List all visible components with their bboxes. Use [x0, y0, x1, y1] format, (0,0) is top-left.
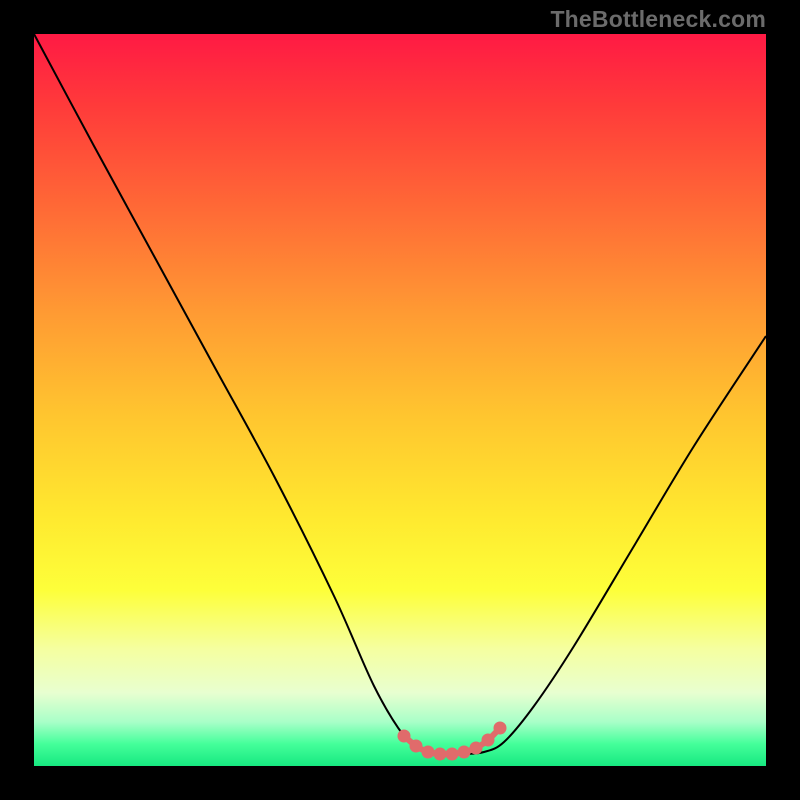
highlight-dot — [458, 746, 471, 759]
highlight-dot — [398, 730, 411, 743]
watermark-text: TheBottleneck.com — [550, 6, 766, 33]
highlight-dot — [470, 742, 483, 755]
highlight-dot — [422, 746, 435, 759]
highlight-dot — [482, 734, 495, 747]
bottleneck-chart-svg — [34, 34, 766, 766]
chart-area — [34, 34, 766, 766]
curve-path — [34, 34, 766, 754]
highlight-dot — [446, 748, 459, 761]
highlight-dot — [434, 748, 447, 761]
highlight-dots — [398, 722, 507, 761]
bottleneck-curve — [34, 34, 766, 754]
highlight-dot — [410, 740, 423, 753]
highlight-dot — [494, 722, 507, 735]
